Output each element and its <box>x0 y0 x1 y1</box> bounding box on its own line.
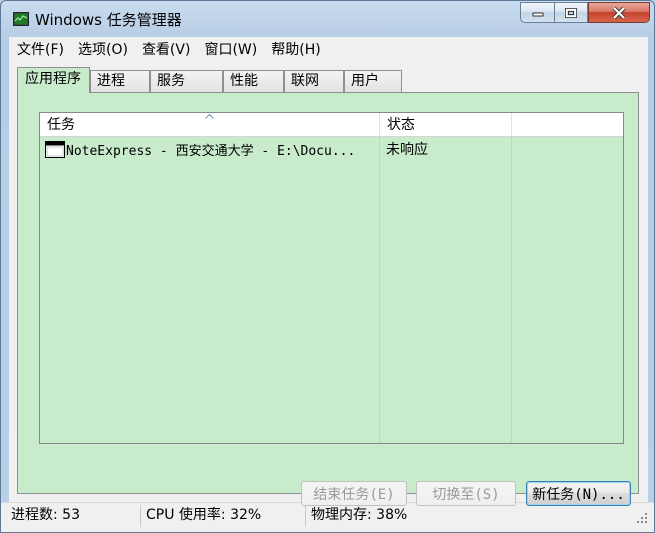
end-task-button[interactable]: 结束任务(E) <box>301 481 407 506</box>
client-area: 应用程序 进程 服务 性能 联网 用户 任务 状态 NoteExpress - … <box>9 61 648 506</box>
column-divider <box>511 137 512 443</box>
menu-view[interactable]: 查看(V) <box>135 39 198 59</box>
column-header-status-label: 状态 <box>387 117 415 133</box>
menu-bar: 文件(F) 选项(O) 查看(V) 窗口(W) 帮助(H) <box>9 37 648 61</box>
tab-applications[interactable]: 应用程序 <box>17 67 90 93</box>
resize-grip-icon[interactable] <box>636 512 648 524</box>
close-icon <box>612 6 626 19</box>
minimize-button[interactable] <box>520 2 555 23</box>
table-row[interactable]: NoteExpress - 西安交通大学 - E:\Docu... 未响应 <box>40 138 623 160</box>
menu-window[interactable]: 窗口(W) <box>197 39 264 59</box>
maximize-icon <box>565 7 577 18</box>
column-header-status[interactable]: 状态 <box>380 113 512 136</box>
task-cell: NoteExpress - 西安交通大学 - E:\Docu... <box>40 140 379 159</box>
cpu-usage: CPU 使用率: 32% <box>146 507 262 523</box>
application-window-icon <box>45 140 65 158</box>
tab-processes[interactable]: 进程 <box>90 70 150 92</box>
menu-file[interactable]: 文件(F) <box>9 39 71 59</box>
tab-services[interactable]: 服务 <box>150 70 223 92</box>
tab-users[interactable]: 用户 <box>344 70 402 92</box>
menu-options[interactable]: 选项(O) <box>71 39 135 59</box>
column-divider <box>379 137 380 443</box>
column-header-filler <box>512 113 623 136</box>
column-header-task-label: 任务 <box>47 117 75 133</box>
tab-performance[interactable]: 性能 <box>223 70 284 92</box>
task-list[interactable]: 任务 状态 NoteExpress - 西安交通大学 - E:\Docu... … <box>39 112 624 444</box>
task-manager-window: Windows 任务管理器 文件(F) 选项(O) 查看(V) 窗口(W) 帮助… <box>0 0 655 533</box>
title-bar[interactable]: Windows 任务管理器 <box>1 1 654 35</box>
minimize-icon <box>532 12 543 16</box>
task-name: NoteExpress - 西安交通大学 - E:\Docu... <box>66 143 356 159</box>
close-button[interactable] <box>588 2 650 23</box>
sort-ascending-icon <box>205 114 214 119</box>
menu-help[interactable]: 帮助(H) <box>264 39 327 59</box>
process-count: 进程数: 53 <box>11 507 80 523</box>
maximize-button[interactable] <box>554 2 588 23</box>
new-task-button[interactable]: 新任务(N)... <box>526 481 631 506</box>
tab-networking[interactable]: 联网 <box>284 70 344 92</box>
task-status: 未响应 <box>386 142 428 158</box>
applications-panel: 任务 状态 NoteExpress - 西安交通大学 - E:\Docu... … <box>17 92 639 506</box>
switch-to-button[interactable]: 切换至(S) <box>416 481 516 506</box>
status-bar: 进程数: 53 CPU 使用率: 32% 物理内存: 38% <box>1 502 654 532</box>
task-manager-app-icon <box>13 12 29 26</box>
window-title: Windows 任务管理器 <box>35 11 182 29</box>
task-list-header: 任务 状态 <box>40 113 623 137</box>
column-header-task[interactable]: 任务 <box>40 113 380 136</box>
memory-usage: 物理内存: 38% <box>311 507 408 523</box>
